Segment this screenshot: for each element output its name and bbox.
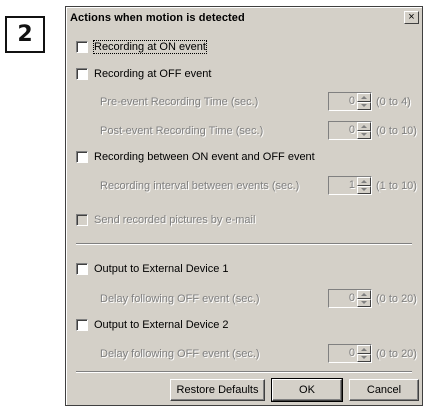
delay-1-range: (0 to 20) <box>376 293 417 305</box>
record-between-checkbox[interactable]: Recording between ON event and OFF event <box>76 151 315 163</box>
arrow-up-icon <box>361 179 367 183</box>
delay-1-up-button[interactable] <box>357 290 371 299</box>
cancel-button[interactable]: Cancel <box>349 379 419 401</box>
external-device-2-box[interactable] <box>76 319 88 331</box>
separator <box>76 371 412 373</box>
arrow-up-icon <box>361 124 367 128</box>
external-device-2-checkbox[interactable]: Output to External Device 2 <box>76 319 229 331</box>
interval-up-button[interactable] <box>357 177 371 186</box>
delay-2-spinner[interactable]: 0 <box>328 344 372 363</box>
post-event-up-button[interactable] <box>357 122 371 131</box>
interval-label: Recording interval between events (sec.) <box>100 180 300 192</box>
record-between-label: Recording between ON event and OFF event <box>94 151 315 163</box>
delay-2-down-button[interactable] <box>357 353 371 362</box>
delay-2-value[interactable]: 0 <box>329 345 357 362</box>
interval-range: (1 to 10) <box>376 180 417 192</box>
post-event-value[interactable]: 0 <box>329 122 357 139</box>
arrow-down-icon <box>361 133 367 137</box>
arrow-down-icon <box>361 188 367 192</box>
post-event-down-button[interactable] <box>357 130 371 139</box>
pre-event-label: Pre-event Recording Time (sec.) <box>100 96 259 108</box>
arrow-up-icon <box>361 292 367 296</box>
delay-1-down-button[interactable] <box>357 298 371 307</box>
separator <box>76 243 412 245</box>
interval-value[interactable]: 1 <box>329 177 357 194</box>
post-event-label: Post-event Recording Time (sec.) <box>100 125 264 137</box>
pre-event-range: (0 to 4) <box>376 96 411 108</box>
send-email-box[interactable] <box>76 214 88 226</box>
arrow-up-icon <box>361 347 367 351</box>
arrow-down-icon <box>361 104 367 108</box>
delay-2-range: (0 to 20) <box>376 348 417 360</box>
restore-defaults-button[interactable]: Restore Defaults <box>170 379 265 401</box>
record-on-event-box[interactable] <box>76 41 88 53</box>
record-on-event-label: Recording at ON event <box>93 40 207 54</box>
pre-event-value[interactable]: 0 <box>329 93 357 110</box>
delay-1-value[interactable]: 0 <box>329 290 357 307</box>
pre-event-down-button[interactable] <box>357 101 371 110</box>
external-device-2-label: Output to External Device 2 <box>94 319 229 331</box>
motion-actions-dialog: Actions when motion is detected × Record… <box>65 6 423 406</box>
delay-1-spinner[interactable]: 0 <box>328 289 372 308</box>
external-device-1-checkbox[interactable]: Output to External Device 1 <box>76 263 229 275</box>
interval-down-button[interactable] <box>357 185 371 194</box>
dialog-title: Actions when motion is detected <box>70 11 245 24</box>
title-bar: Actions when motion is detected × <box>68 9 420 26</box>
close-button[interactable]: × <box>404 11 419 24</box>
record-between-box[interactable] <box>76 151 88 163</box>
pre-event-up-button[interactable] <box>357 93 371 102</box>
interval-spinner[interactable]: 1 <box>328 176 372 195</box>
close-icon: × <box>408 11 415 23</box>
external-device-1-box[interactable] <box>76 263 88 275</box>
pre-event-spinner[interactable]: 0 <box>328 92 372 111</box>
delay-2-label: Delay following OFF event (sec.) <box>100 348 260 360</box>
step-number-badge: 2 <box>5 16 45 53</box>
ok-button[interactable]: OK <box>271 378 343 402</box>
arrow-down-icon <box>361 301 367 305</box>
delay-1-label: Delay following OFF event (sec.) <box>100 293 260 305</box>
record-off-event-box[interactable] <box>76 68 88 80</box>
arrow-up-icon <box>361 95 367 99</box>
send-email-label: Send recorded pictures by e-mail <box>94 214 256 226</box>
send-email-checkbox[interactable]: Send recorded pictures by e-mail <box>76 214 255 226</box>
record-off-event-checkbox[interactable]: Recording at OFF event <box>76 68 211 80</box>
delay-2-up-button[interactable] <box>357 345 371 354</box>
record-off-event-label: Recording at OFF event <box>94 68 212 80</box>
record-on-event-checkbox[interactable]: Recording at ON event <box>76 40 207 54</box>
post-event-spinner[interactable]: 0 <box>328 121 372 140</box>
external-device-1-label: Output to External Device 1 <box>94 263 229 275</box>
post-event-range: (0 to 10) <box>376 125 417 137</box>
arrow-down-icon <box>361 356 367 360</box>
